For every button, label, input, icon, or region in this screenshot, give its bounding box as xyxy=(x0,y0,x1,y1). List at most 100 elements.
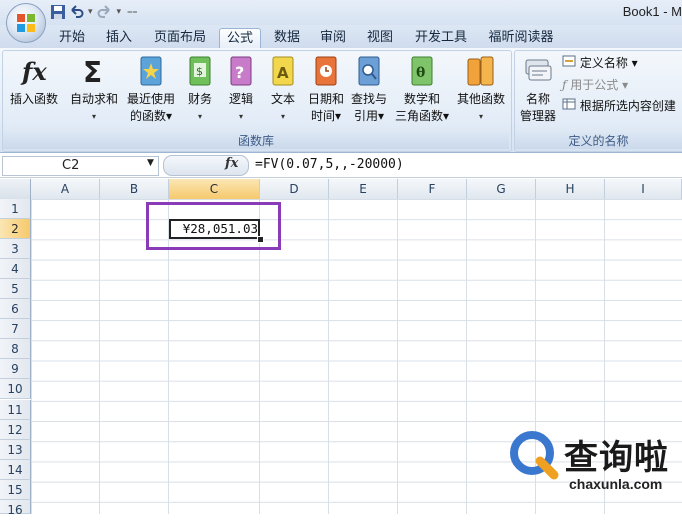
row-header-15[interactable]: 15 xyxy=(0,480,31,500)
tab-review[interactable]: 审阅 xyxy=(313,28,353,47)
financial-button[interactable]: $ 财务 ▾ xyxy=(182,54,218,125)
row-header-2[interactable]: 2 xyxy=(0,219,31,239)
chevron-down-icon[interactable]: ▼ xyxy=(147,158,154,168)
name-manager-icon xyxy=(523,54,553,88)
chevron-down-icon: ▾ xyxy=(478,112,483,121)
svg-text:A: A xyxy=(277,64,289,82)
books-more-icon xyxy=(466,54,496,88)
tab-developer[interactable]: 开发工具 xyxy=(408,28,474,47)
watermark-text: 查询啦 xyxy=(564,438,669,478)
recently-used-button[interactable]: 最近使用 的函数▾ xyxy=(124,54,178,125)
svg-text:fx: fx xyxy=(20,57,47,86)
row-header-5[interactable]: 5 xyxy=(0,279,31,299)
office-button[interactable] xyxy=(6,3,46,43)
book-date-time-icon xyxy=(311,54,341,88)
column-header-f[interactable]: F xyxy=(398,179,467,199)
insert-function-button[interactable]: fx 插入函数 xyxy=(4,54,64,108)
row-header-3[interactable]: 3 xyxy=(0,239,31,259)
lookup-reference-label-1: 查找与 xyxy=(350,92,387,106)
chaxunla-logo-icon xyxy=(510,431,559,480)
tab-foxit-reader[interactable]: 福昕阅读器 xyxy=(481,28,561,47)
row-header-11[interactable]: 11 xyxy=(0,400,31,420)
column-header-i[interactable]: I xyxy=(605,179,682,199)
more-functions-button[interactable]: 其他函数 ▾ xyxy=(454,54,508,125)
gridline xyxy=(466,199,467,514)
column-header-g[interactable]: G xyxy=(467,179,536,199)
define-name-button[interactable]: 定义名称 ▾ xyxy=(562,54,638,72)
column-header-c[interactable]: C xyxy=(169,179,260,199)
tab-formulas[interactable]: 公式 xyxy=(219,28,261,48)
row-header-16[interactable]: 16 xyxy=(0,500,31,517)
book-lookup-icon xyxy=(354,54,384,88)
chevron-down-icon: ▾ xyxy=(197,112,202,121)
row-header-4[interactable]: 4 xyxy=(0,259,31,279)
chevron-down-icon: ▾ xyxy=(238,112,243,121)
row-header-10[interactable]: 10 xyxy=(0,379,31,399)
undo-dropdown-icon[interactable]: ▾ xyxy=(88,7,93,17)
insert-function-label: 插入函数 xyxy=(9,92,58,106)
use-in-formula-button[interactable]: ƒ 用于公式 ▾ xyxy=(562,76,628,94)
name-manager-label-2: 管理器 xyxy=(519,109,556,123)
tab-home[interactable]: 开始 xyxy=(52,28,92,47)
chevron-down-icon: ▾ xyxy=(91,112,96,121)
math-trig-label-1: 数学和 xyxy=(403,92,440,106)
autosum-button[interactable]: Σ 自动求和 ▾ xyxy=(66,54,122,125)
insert-function-fx-icon[interactable]: fx xyxy=(225,156,238,171)
ribbon-tab-bar: 开始 插入 页面布局 公式 数据 审阅 视图 开发工具 福昕阅读器 xyxy=(0,25,682,48)
column-header-d[interactable]: D xyxy=(260,179,329,199)
use-in-formula-label: 用于公式 ▾ xyxy=(570,78,629,92)
text-label: 文本 xyxy=(270,92,295,106)
gridline xyxy=(397,199,398,514)
define-name-icon xyxy=(562,55,576,67)
recently-used-label-1: 最近使用 xyxy=(126,92,175,106)
tab-insert[interactable]: 插入 xyxy=(98,28,140,47)
row-header-12[interactable]: 12 xyxy=(0,420,31,440)
gridline xyxy=(99,199,100,514)
redo-icon[interactable] xyxy=(97,4,113,20)
fx-icon: fx xyxy=(19,54,49,88)
create-from-selection-button[interactable]: 根据所选内容创建 xyxy=(562,97,676,115)
name-manager-label-1: 名称 xyxy=(525,92,550,106)
function-library-group-label: 函数库 xyxy=(3,133,509,149)
name-box[interactable] xyxy=(2,156,159,176)
row-header-6[interactable]: 6 xyxy=(0,299,31,319)
select-all-corner[interactable] xyxy=(0,179,31,199)
formula-input[interactable]: =FV(0.07,5,,-20000) xyxy=(255,157,404,172)
lookup-reference-button[interactable]: 查找与 引用▾ xyxy=(347,54,391,125)
customize-qat-icon[interactable]: ⩵ xyxy=(127,7,137,17)
row-header-1[interactable]: 1 xyxy=(0,199,31,219)
row-header-14[interactable]: 14 xyxy=(0,460,31,480)
column-header-e[interactable]: E xyxy=(329,179,398,199)
column-header-a[interactable]: A xyxy=(31,179,100,199)
logical-button[interactable]: ? 逻辑 ▾ xyxy=(223,54,259,125)
sigma-icon: Σ xyxy=(79,54,109,89)
redo-dropdown-icon[interactable]: ▾ xyxy=(117,7,122,17)
column-header-h[interactable]: H xyxy=(536,179,605,199)
svg-text:$: $ xyxy=(196,65,203,78)
name-manager-button[interactable]: 名称 管理器 xyxy=(516,54,560,125)
tab-page-layout[interactable]: 页面布局 xyxy=(147,28,213,47)
window-title: Book1 - M xyxy=(622,4,682,19)
name-box-value: C2 xyxy=(62,158,80,173)
row-header-7[interactable]: 7 xyxy=(0,319,31,339)
defined-names-group-label: 定义的名称 xyxy=(515,133,682,149)
gridline xyxy=(328,199,329,514)
row-header-13[interactable]: 13 xyxy=(0,440,31,460)
column-header-b[interactable]: B xyxy=(100,179,169,199)
fx-small-icon: ƒ xyxy=(562,78,567,92)
watermark-url: chaxunla.com xyxy=(569,476,663,492)
date-time-button[interactable]: 日期和 时间▾ xyxy=(304,54,348,125)
math-trig-button[interactable]: θ 数学和 三角函数▾ xyxy=(392,54,452,125)
row-header-8[interactable]: 8 xyxy=(0,339,31,359)
row-header-9[interactable]: 9 xyxy=(0,359,31,379)
save-icon[interactable] xyxy=(50,4,66,20)
tab-view[interactable]: 视图 xyxy=(360,28,400,47)
undo-icon[interactable] xyxy=(68,4,84,20)
lookup-reference-label-2: 引用▾ xyxy=(353,109,385,123)
book-financial-icon: $ xyxy=(185,54,215,88)
chevron-down-icon: ▾ xyxy=(280,112,285,121)
tab-data[interactable]: 数据 xyxy=(267,28,307,47)
svg-text:?: ? xyxy=(235,63,244,82)
create-from-selection-icon xyxy=(562,98,576,110)
text-button[interactable]: A 文本 ▾ xyxy=(265,54,301,125)
